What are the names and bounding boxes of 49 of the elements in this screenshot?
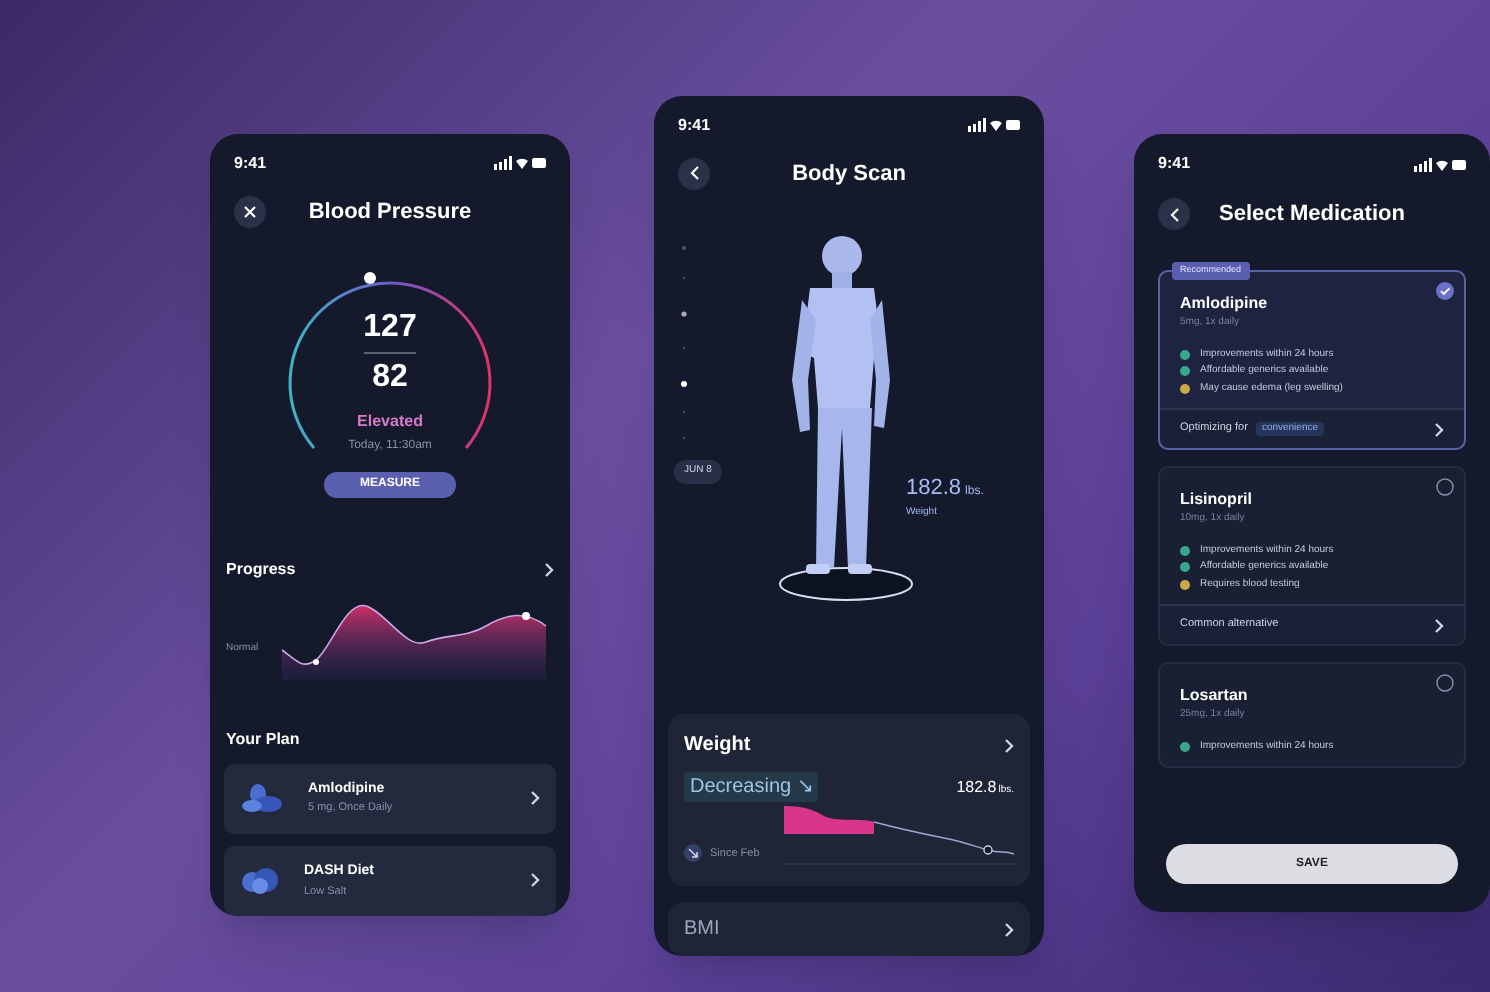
chevron-right-icon [530, 790, 540, 807]
screen-title: Body Scan [790, 159, 908, 190]
warning-dot-icon [1180, 579, 1190, 590]
back-icon [689, 166, 699, 181]
trend-badge: Decreasing ↘ [684, 772, 819, 803]
radio-circle-icon [1436, 478, 1454, 496]
weight-value: 182.8 [956, 775, 997, 800]
section-title: Progress [226, 557, 296, 582]
screen-title: Blood Pressure [306, 198, 474, 229]
chevron-right-icon [1004, 737, 1014, 754]
status-label: Elevated [357, 410, 423, 435]
medication-name: Amlodipine [1180, 292, 1270, 316]
status-time: 9:41 [678, 113, 711, 138]
check-dot-icon [1180, 741, 1190, 752]
status-time: 9:41 [1158, 152, 1191, 176]
status-icons [968, 118, 1020, 133]
check-dot-icon [1180, 562, 1190, 573]
check-dot-icon [1180, 349, 1190, 360]
systolic-value: 127 [363, 312, 417, 355]
close-button[interactable] [234, 196, 266, 229]
warning-dot-icon [1180, 383, 1190, 394]
status-icons [494, 156, 546, 171]
trend-down-icon [684, 844, 702, 863]
card-title: BMI [684, 916, 720, 945]
berries-icon [240, 864, 280, 897]
weight-value: 182.8 [906, 474, 962, 505]
pills-icon [240, 782, 284, 815]
bmi-card[interactable]: BMI [668, 902, 1030, 956]
back-button[interactable] [678, 157, 710, 190]
chevron-right-icon [544, 561, 554, 578]
selected-check-icon [1436, 282, 1454, 300]
back-icon [1169, 207, 1179, 221]
status-icons [1414, 157, 1466, 171]
chevron-right-icon [1434, 421, 1444, 437]
status-time: 9:41 [234, 151, 267, 176]
close-icon [244, 206, 256, 219]
diastolic-value: 82 [372, 362, 408, 395]
chevron-right-icon [530, 872, 540, 889]
medication-name: Losartan [1180, 684, 1250, 708]
back-button[interactable] [1158, 198, 1190, 230]
chevron-right-icon [1434, 617, 1444, 633]
card-title: Weight [684, 732, 751, 761]
check-dot-icon [1180, 545, 1190, 556]
medication-name: Lisinopril [1180, 488, 1254, 512]
check-dot-icon [1180, 366, 1190, 377]
radio-circle-icon [1436, 674, 1454, 692]
chevron-right-icon [1004, 921, 1014, 938]
screen-title: Select Medication [1217, 199, 1407, 230]
section-title: Your Plan [224, 727, 302, 752]
